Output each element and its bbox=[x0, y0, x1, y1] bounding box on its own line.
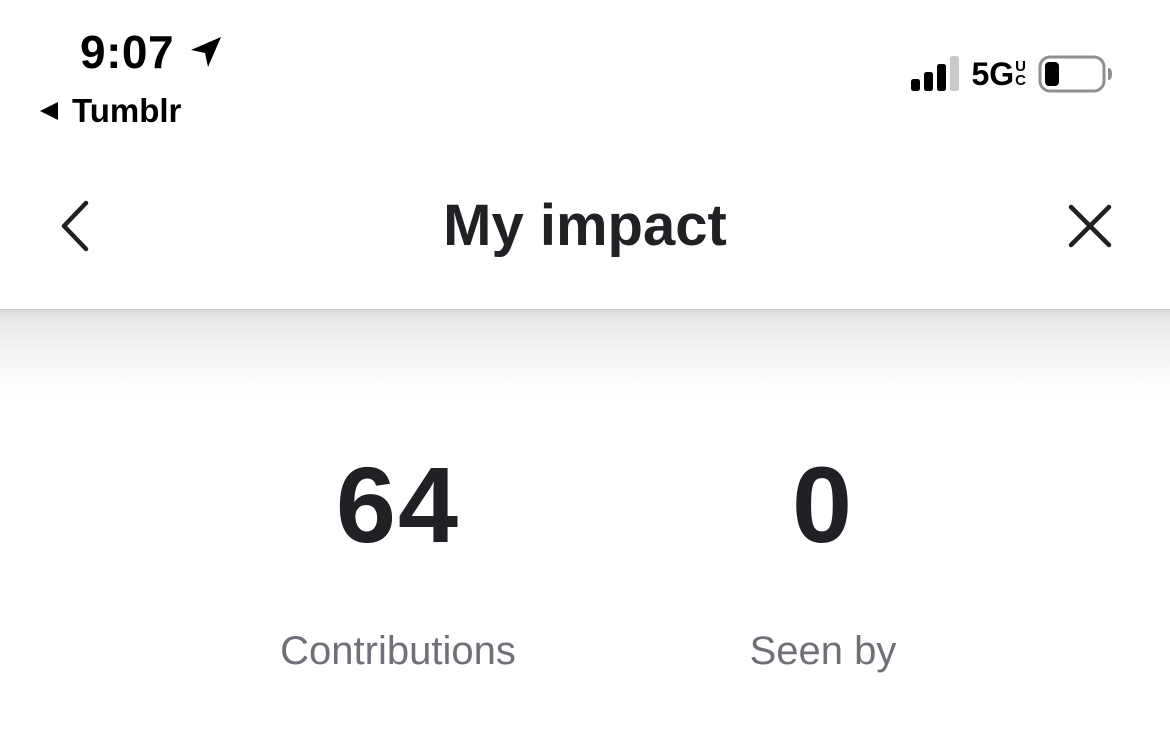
close-button[interactable] bbox=[1060, 196, 1120, 256]
stat-label: Seen by bbox=[749, 629, 897, 673]
network-sup-bottom: C bbox=[1015, 72, 1026, 89]
stat-value: 64 bbox=[335, 444, 461, 565]
location-arrow-icon bbox=[188, 34, 224, 70]
impact-stats: 64 Contributions 0 Seen by bbox=[0, 430, 1170, 690]
page-title: My impact bbox=[443, 193, 727, 258]
stat-contributions: 64 Contributions bbox=[218, 430, 578, 674]
battery-icon bbox=[1038, 54, 1114, 94]
status-indicators: 5G U C bbox=[909, 54, 1114, 94]
back-triangle-icon bbox=[38, 100, 60, 122]
back-to-app-link[interactable]: Tumblr bbox=[38, 92, 181, 130]
back-to-app-label: Tumblr bbox=[72, 92, 182, 129]
nav-shadow bbox=[0, 310, 1170, 400]
stat-seen-by: 0 Seen by bbox=[643, 430, 1003, 674]
time-group: 9:07 bbox=[80, 26, 224, 78]
stat-value: 0 bbox=[791, 444, 855, 565]
stat-label: Contributions bbox=[280, 629, 516, 673]
cellular-signal-icon bbox=[909, 55, 961, 93]
network-type-label: 5G bbox=[971, 56, 1015, 92]
network-type-superscript: U C bbox=[1015, 59, 1026, 89]
status-time: 9:07 bbox=[80, 26, 175, 78]
close-icon bbox=[1068, 204, 1112, 248]
network-type: 5G U C bbox=[971, 55, 1026, 93]
nav-bar: My impact bbox=[0, 150, 1170, 310]
status-bar: 9:07 Tumblr 5G U C bbox=[0, 0, 1170, 140]
